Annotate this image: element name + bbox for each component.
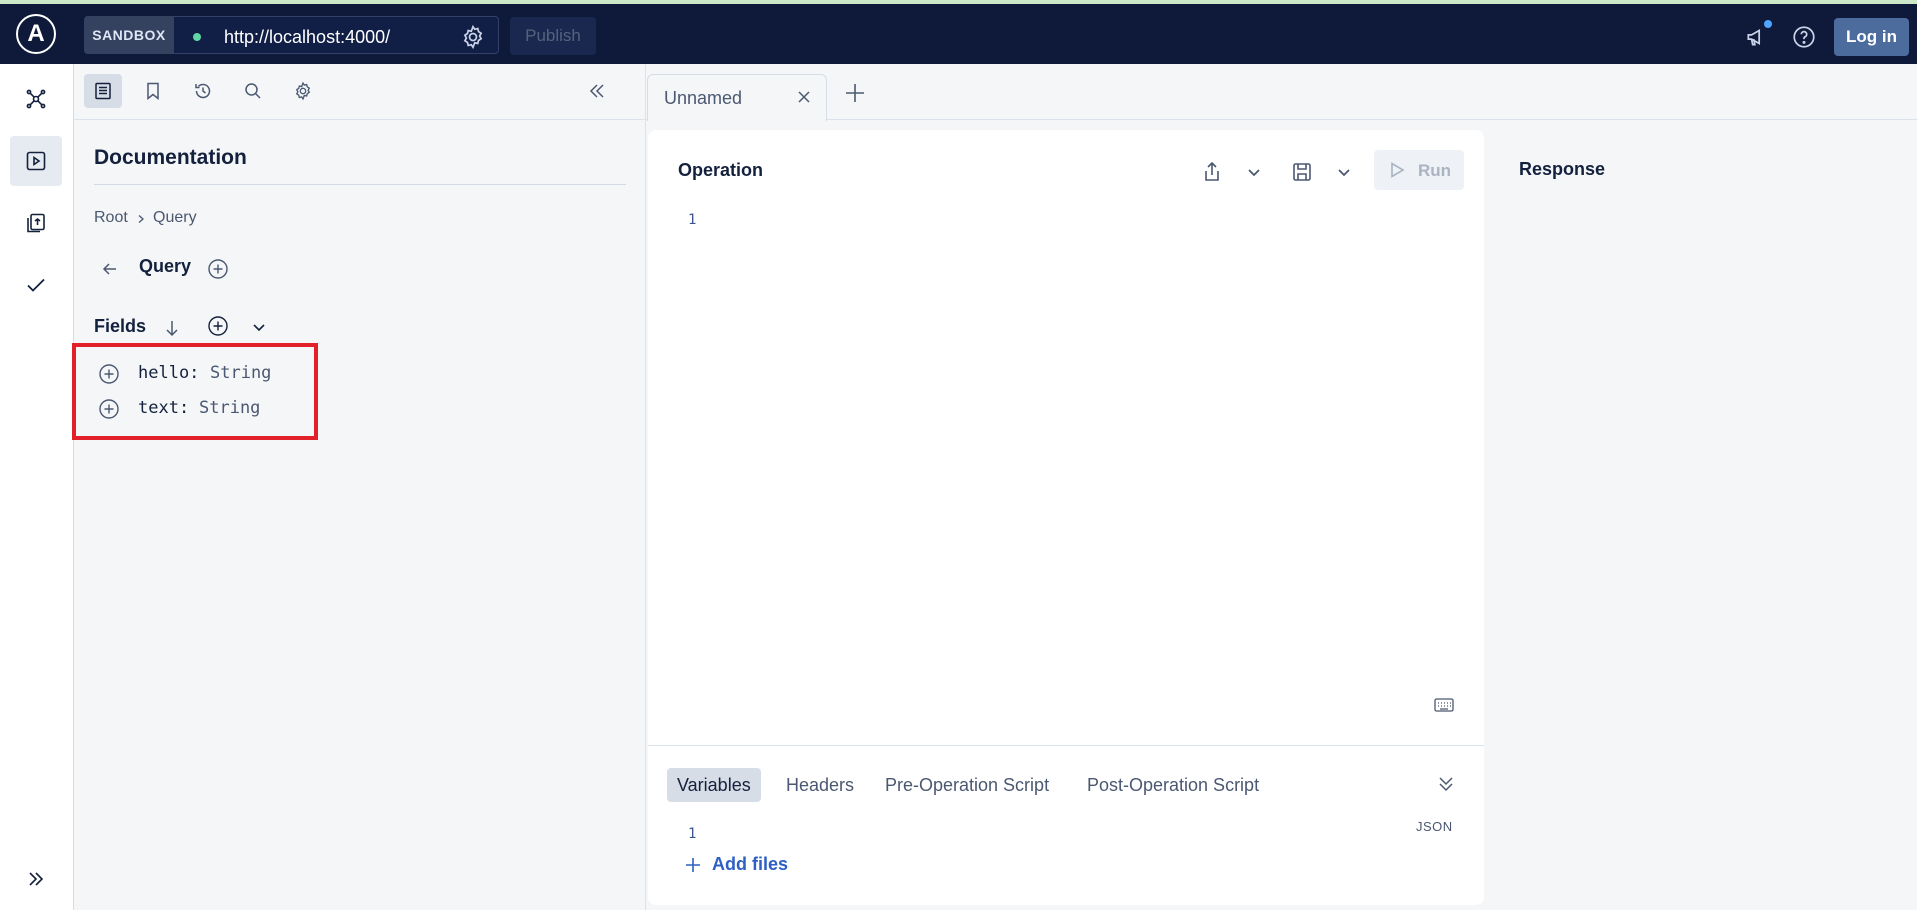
tab-pre-operation-script[interactable]: Pre-Operation Script [885,768,1049,802]
notification-dot [1764,20,1772,28]
help-icon[interactable] [1791,24,1817,50]
explorer-icon [26,151,46,171]
play-icon [1391,162,1405,178]
divider [94,184,626,185]
left-navigation [0,64,74,910]
breadcrumb-root[interactable]: Root [94,209,128,227]
operation-panel: Operation Run 1 Variables Headers Pre-Op… [648,130,1484,905]
save-icon[interactable] [1290,160,1314,184]
breadcrumb-query[interactable]: Query [153,209,197,227]
connection-status-dot [193,33,201,41]
bookmark-icon [147,82,159,101]
arrow-left-icon[interactable] [100,259,120,279]
fields-highlight-box [72,343,318,440]
top-bar: A SANDBOX http://localhost:4000/ Publish… [0,4,1917,64]
double-chevron-down-icon[interactable] [1436,774,1456,794]
nav-checks[interactable] [10,260,62,310]
json-label: JSON [1416,819,1453,834]
sandbox-badge: SANDBOX [84,16,174,54]
operation-editor[interactable] [678,206,1458,686]
search-button[interactable] [234,74,272,108]
graph-icon [26,89,46,109]
fields-heading: Fields [94,316,147,336]
double-chevron-right-icon [29,872,44,886]
endpoint-url[interactable]: http://localhost:4000/ [224,27,390,48]
add-files-link[interactable]: Add files [712,854,788,875]
response-title: Response [1519,159,1606,179]
documentation-icon [95,82,111,100]
line-number: 1 [688,826,697,842]
documentation-toolbar [74,64,646,120]
gear-icon[interactable] [460,24,486,50]
documentation-panel: Documentation Root Query Query Fields he… [74,64,646,910]
double-chevron-left-icon [589,84,604,98]
documentation-tab-button[interactable] [84,74,122,108]
keyboard-icon[interactable] [1434,698,1454,712]
tab-variables[interactable]: Variables [667,768,761,802]
apollo-logo[interactable]: A [16,14,56,54]
history-icon [195,83,211,99]
operation-tab-bar: Unnamed [646,64,1917,121]
nav-schema-graph[interactable] [10,74,62,124]
operation-title: Operation [678,160,764,180]
nav-schema[interactable] [10,198,62,248]
chevron-down-icon[interactable] [1242,160,1266,184]
login-button[interactable]: Log in [1834,18,1909,56]
chevron-down-icon[interactable] [250,318,268,336]
tab-label: Unnamed [664,88,743,108]
tab-unnamed[interactable]: Unnamed [647,74,827,121]
plus-icon[interactable] [682,854,704,876]
chevron-right-icon [138,215,144,223]
sort-arrow-down-icon[interactable] [162,318,182,338]
settings-icon [295,81,311,101]
add-all-circle-icon[interactable] [207,315,229,337]
plus-icon[interactable] [844,82,866,104]
nav-explorer[interactable] [10,136,62,186]
share-icon[interactable] [1200,160,1224,184]
run-button[interactable]: Run [1374,150,1464,190]
history-button[interactable] [184,74,222,108]
bookmark-button[interactable] [134,74,172,108]
close-icon[interactable] [796,89,812,105]
tab-post-operation-script[interactable]: Post-Operation Script [1087,768,1259,802]
chevron-down-icon[interactable] [1332,160,1356,184]
search-icon [245,83,261,99]
type-title: Query [139,256,192,276]
add-circle-icon[interactable] [207,258,229,280]
publish-button[interactable]: Publish [510,17,596,55]
settings-button[interactable] [284,74,322,108]
run-label: Run [1418,161,1452,180]
nav-expand[interactable] [10,854,62,904]
checks-icon [27,278,45,292]
documentation-title: Documentation [94,146,247,169]
divider [648,745,1484,746]
tab-headers[interactable]: Headers [786,768,854,802]
collapse-panel-button[interactable] [578,74,616,108]
schema-icon [27,213,45,233]
